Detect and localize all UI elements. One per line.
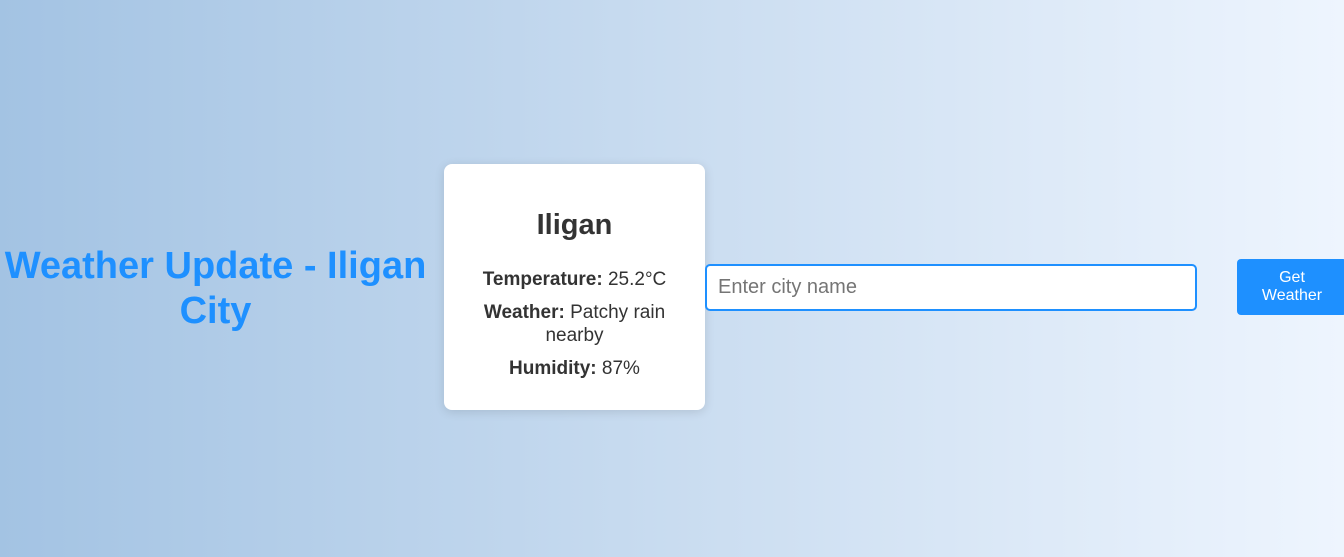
weather-label: Weather: [483,302,565,323]
humidity-label: Humidity: [509,358,597,379]
humidity-row: Humidity: 87% [464,357,685,380]
city-search-input[interactable] [705,264,1197,311]
temperature-label: Temperature: [482,269,603,290]
city-name: Iligan [536,209,613,241]
get-weather-button[interactable]: Get Weather [1237,259,1344,315]
humidity-value: 87% [601,358,640,379]
weather-card: Iligan Temperature: 25.2°C Weather: Patc… [444,164,705,410]
page-title: Weather Update - Iligan City [4,245,427,332]
temperature-value: 25.2°C [607,269,667,290]
temperature-row: Temperature: 25.2°C [464,268,685,291]
weather-row: Weather: Patchy rain nearby [464,301,685,347]
